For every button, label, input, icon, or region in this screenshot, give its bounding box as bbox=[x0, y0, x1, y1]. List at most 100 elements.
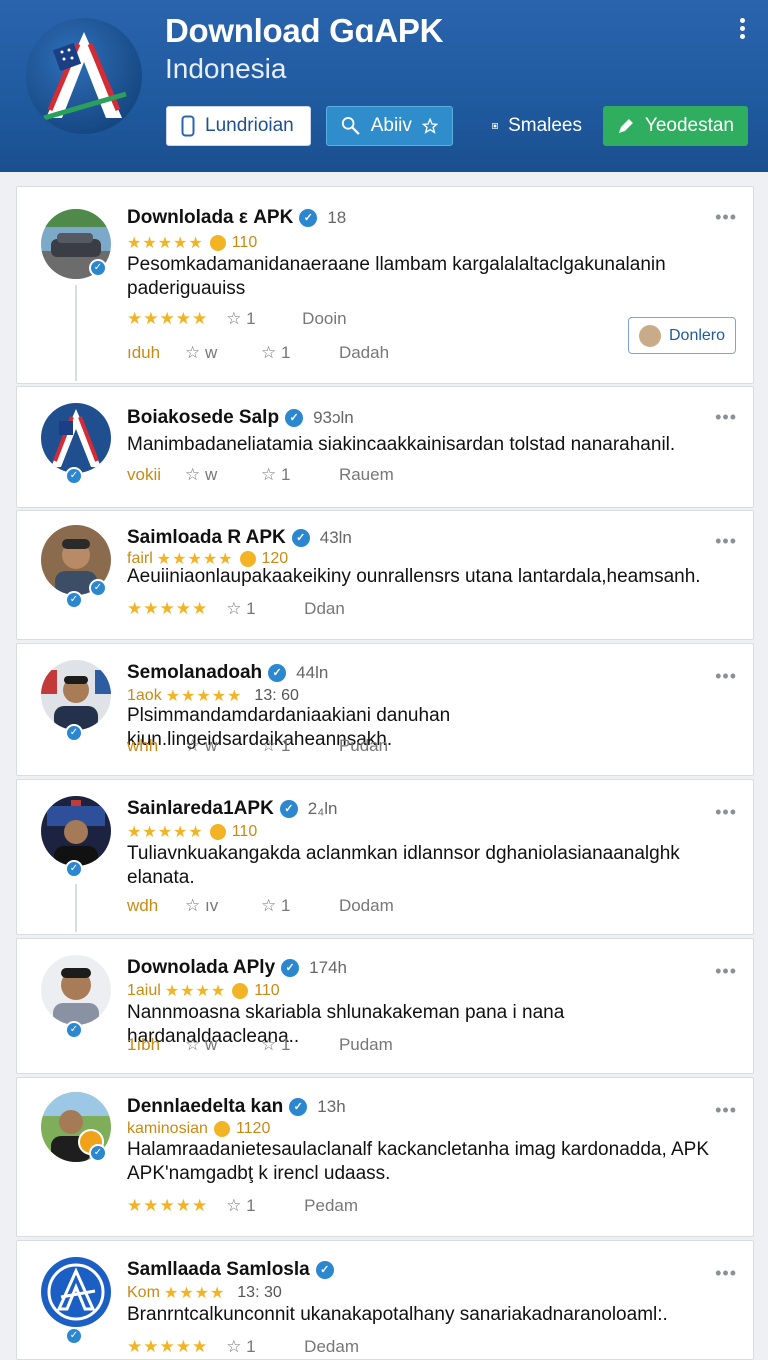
star-outline-icon[interactable]: ☆ bbox=[185, 896, 205, 916]
star-outline-icon[interactable]: ☆ bbox=[261, 343, 281, 363]
post-author[interactable]: Semolanadoah ✓ 44ln bbox=[127, 662, 328, 684]
post-author[interactable]: Downolada APly ✓ 174h bbox=[127, 957, 347, 979]
header-button-2[interactable]: Abiiv bbox=[326, 106, 453, 146]
post-meta: kaminosian 1120 bbox=[127, 1120, 270, 1138]
action-count: ıv bbox=[204, 896, 219, 915]
action-label[interactable]: Dooin bbox=[302, 309, 346, 329]
action-label[interactable]: Dodam bbox=[339, 896, 394, 916]
post-actions: vokii ☆ w ☆ 1 Rauem bbox=[127, 465, 394, 485]
post-author[interactable]: Samllaada Samlosla ✓ bbox=[127, 1259, 334, 1281]
post-author[interactable]: Downlolada ε APK ✓ 18 bbox=[127, 207, 346, 229]
action-count: 1 bbox=[280, 1035, 291, 1054]
star-outline-icon[interactable]: ☆ bbox=[226, 599, 246, 619]
more-horizontal-icon[interactable]: ••• bbox=[715, 961, 737, 982]
star-outline-icon[interactable]: ☆ bbox=[261, 736, 281, 756]
rating-stars: ★★★★★ bbox=[127, 599, 209, 618]
star-outline-icon[interactable]: ☆ bbox=[185, 1035, 205, 1055]
action-label[interactable]: Pudan bbox=[339, 736, 388, 756]
post-actions: 1ıbh ☆ w ☆ 1 Pudam bbox=[127, 1035, 393, 1055]
more-horizontal-icon[interactable]: ••• bbox=[715, 1263, 737, 1284]
action-lead[interactable]: whh bbox=[127, 736, 185, 756]
verified-badge-icon: ✓ bbox=[65, 1021, 83, 1039]
action-count: 1 bbox=[280, 896, 291, 915]
avatar[interactable] bbox=[41, 796, 111, 866]
star-outline-icon[interactable]: ☆ bbox=[185, 343, 205, 363]
star-outline-icon[interactable]: ☆ bbox=[226, 1196, 246, 1216]
star-outline-icon[interactable]: ☆ bbox=[226, 1337, 246, 1357]
post-body: Tuliavnkuakangakda aclanmkan idlannsor d… bbox=[127, 843, 680, 888]
post-author[interactable]: Dennlaedelta kan ✓ 13h bbox=[127, 1096, 346, 1118]
avatar[interactable] bbox=[41, 1257, 111, 1327]
rating-stars: ★★★★★ bbox=[127, 235, 204, 252]
kebab-menu-icon[interactable] bbox=[736, 18, 748, 46]
post-card[interactable]: ✓ Samllaada Samlosla ✓ Kom ★★★★ 13: 30 B… bbox=[16, 1240, 754, 1360]
post-card[interactable]: ✓ Semolanadoah ✓ 44ln 1aok ★★★★★ 13: 60 … bbox=[16, 643, 754, 776]
meta-lead: 1aiul bbox=[127, 982, 161, 999]
phone-icon bbox=[181, 115, 195, 137]
post-author[interactable]: Saimloada R APK ✓ 43ln bbox=[127, 527, 352, 549]
author-name[interactable]: Downlolada ε APK bbox=[127, 207, 293, 229]
action-label[interactable]: Dadah bbox=[339, 343, 389, 363]
star-outline-icon[interactable]: ☆ bbox=[261, 465, 281, 485]
star-outline-icon[interactable]: ☆ bbox=[261, 1035, 281, 1055]
action-lead[interactable]: wdh bbox=[127, 896, 185, 916]
action-count: w bbox=[204, 736, 218, 755]
star-outline-icon[interactable]: ☆ bbox=[261, 896, 281, 916]
more-horizontal-icon[interactable]: ••• bbox=[715, 802, 737, 823]
post-card[interactable]: ✓ Sainlareda1APK ✓ 2₄ln ★★★★★ 110 Tuliav… bbox=[16, 779, 754, 935]
post-body: Pesomkadamanidanaeraane llambam kargalal… bbox=[127, 254, 666, 299]
star-outline-icon[interactable]: ☆ bbox=[185, 465, 205, 485]
more-horizontal-icon[interactable]: ••• bbox=[715, 531, 737, 552]
avatar[interactable] bbox=[41, 955, 111, 1025]
more-horizontal-icon[interactable]: ••• bbox=[715, 407, 737, 428]
action-label[interactable]: Dedam bbox=[304, 1337, 359, 1357]
post-author[interactable]: Sainlareda1APK ✓ 2₄ln bbox=[127, 798, 337, 820]
action-label[interactable]: Ddan bbox=[304, 599, 345, 619]
meta-lead: 1aok bbox=[127, 687, 162, 704]
post-time: 18 bbox=[327, 208, 347, 227]
action-count: 1 bbox=[246, 1196, 256, 1215]
author-name[interactable]: Samllaada Samlosla bbox=[127, 1259, 310, 1281]
post-card[interactable]: ✓ Downolada APly ✓ 174h 1aiul ★★★★ 110 N… bbox=[16, 938, 754, 1074]
action-lead[interactable]: 1ıbh bbox=[127, 1035, 185, 1055]
post-author[interactable]: Boiakosede Salp ✓ 93ɔln bbox=[127, 407, 354, 429]
post-card[interactable]: ✓ ✓ Saimloada R APK ✓ 43ln fairl ★★★★★ 1… bbox=[16, 510, 754, 640]
post-meta: ★★★★★ 110 bbox=[127, 233, 257, 253]
follow-chip[interactable]: Donlero bbox=[628, 317, 736, 354]
header-button-3[interactable]: Smalees bbox=[478, 106, 596, 146]
header-button-1[interactable]: Lundrioian bbox=[166, 106, 311, 146]
action-label[interactable]: Pedam bbox=[304, 1196, 358, 1216]
action-label[interactable]: Pudam bbox=[339, 1035, 393, 1055]
action-count: 1 bbox=[246, 1337, 256, 1356]
rating-stars: ★★★★ bbox=[163, 1285, 226, 1302]
author-name[interactable]: Boiakosede Salp bbox=[127, 407, 279, 429]
avatar[interactable] bbox=[41, 403, 111, 473]
more-horizontal-icon[interactable]: ••• bbox=[715, 207, 737, 228]
star-outline-icon[interactable]: ☆ bbox=[185, 736, 205, 756]
author-name[interactable]: Downolada APly bbox=[127, 957, 275, 979]
post-card[interactable]: ✓ Boiakosede Salp ✓ 93ɔln Manimbadanelia… bbox=[16, 386, 754, 508]
author-name[interactable]: Saimloada R APK bbox=[127, 527, 286, 549]
post-card[interactable]: ✓ Downlolada ε APK ✓ 18 ★★★★★ 110 Pesomk… bbox=[16, 186, 754, 384]
app-logo[interactable] bbox=[26, 18, 142, 134]
author-name[interactable]: Dennlaedelta kan bbox=[127, 1096, 283, 1118]
header-button-4[interactable]: Yeodestan bbox=[603, 106, 748, 146]
author-name[interactable]: Sainlareda1APK bbox=[127, 798, 274, 820]
post-card[interactable]: ✓ Dennlaedelta kan ✓ 13h kaminosian 1120… bbox=[16, 1077, 754, 1237]
more-horizontal-icon[interactable]: ••• bbox=[715, 1100, 737, 1121]
star-outline-icon[interactable]: ☆ bbox=[226, 309, 246, 329]
verified-check-icon: ✓ bbox=[285, 409, 304, 427]
action-label[interactable]: Rauem bbox=[339, 465, 394, 485]
action-count: w bbox=[204, 465, 218, 484]
action-count: 1 bbox=[246, 599, 256, 618]
more-horizontal-icon[interactable]: ••• bbox=[715, 666, 737, 687]
action-lead[interactable]: ıduh bbox=[127, 343, 185, 363]
pencil-icon bbox=[618, 119, 633, 133]
app-subtitle: Indonesia bbox=[165, 53, 287, 84]
action-lead[interactable]: vokii bbox=[127, 465, 185, 485]
verified-badge-icon: ✓ bbox=[65, 860, 83, 878]
avatar[interactable] bbox=[41, 660, 111, 730]
coin-icon bbox=[209, 235, 226, 251]
meta-count: 110 bbox=[231, 234, 258, 251]
author-name[interactable]: Semolanadoah bbox=[127, 662, 262, 684]
